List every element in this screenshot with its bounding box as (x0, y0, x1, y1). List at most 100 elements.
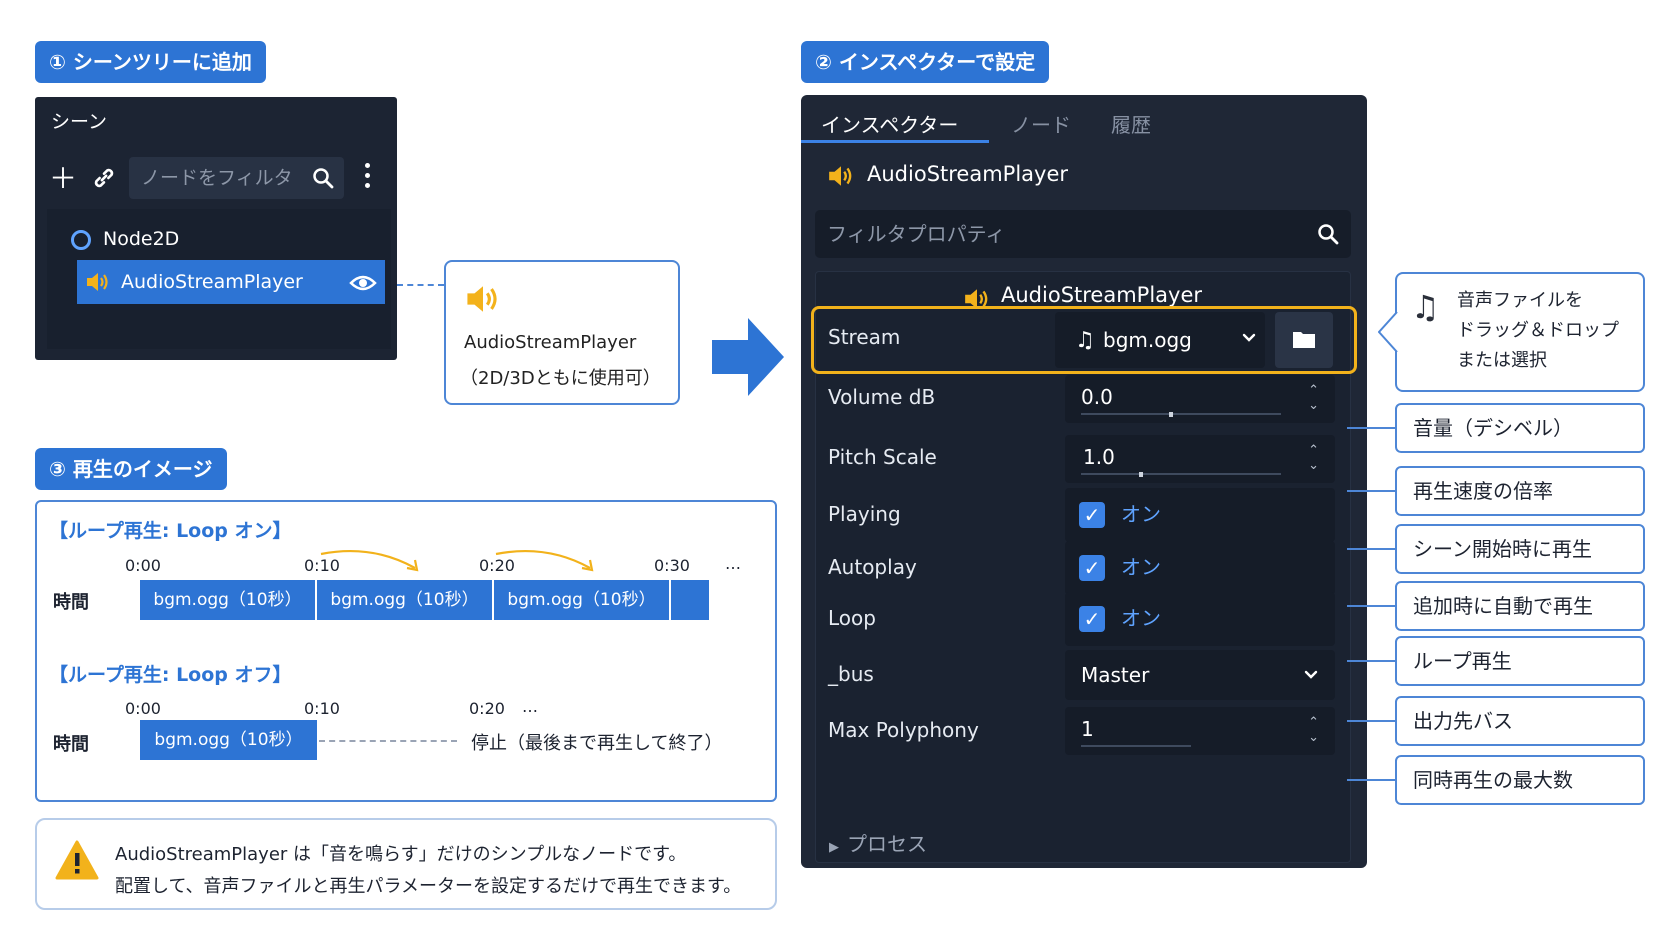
stream-tip-line2: ドラッグ＆ドロップ (1457, 320, 1619, 341)
tick: 0:30 (654, 556, 690, 575)
volume-db-field[interactable]: 0.0 ⌃ ⌄ (1065, 375, 1335, 423)
stop-text: 停止（最後まで再生して終了） (471, 733, 723, 754)
load-file-button[interactable] (1275, 312, 1333, 368)
loop-note: ループ再生 (1395, 636, 1645, 686)
spinner-arrows-icon[interactable]: ⌃ ⌄ (1308, 715, 1319, 745)
stream-value: bgm.ogg (1103, 328, 1192, 352)
playing-connector (1347, 548, 1395, 550)
tree-item-node2d[interactable]: Node2D (71, 224, 179, 254)
polyphony-note: 同時再生の最大数 (1395, 755, 1645, 805)
search-icon[interactable] (311, 166, 335, 194)
stream-tip-line3: または選択 (1457, 350, 1547, 371)
loop-checkbox[interactable]: ✓ (1079, 606, 1105, 632)
autoplay-value: オン (1121, 555, 1161, 579)
process-label: プロセス (847, 832, 927, 856)
volume-db-slider-knob[interactable] (1169, 412, 1173, 417)
flow-arrow-icon (712, 318, 784, 400)
speaker-icon (827, 163, 855, 193)
music-note-icon: ♫ (1411, 288, 1440, 326)
max-polyphony-label: Max Polyphony (828, 718, 979, 742)
warning-icon (55, 840, 99, 884)
single-play-segment: bgm.ogg（10秒） (140, 720, 317, 760)
tab-history[interactable]: 履歴 (1111, 107, 1151, 143)
max-polyphony-value: 1 (1081, 717, 1094, 741)
spinner-arrows-icon[interactable]: ⌃ ⌄ (1308, 383, 1319, 413)
link-icon[interactable] (91, 165, 117, 196)
pitch-scale-slider-knob[interactable] (1139, 472, 1143, 477)
loop-on-title: 【ループ再生: Loop オン】 (49, 520, 292, 542)
pitch-scale-field[interactable]: 1.0 ⌃ ⌄ (1065, 435, 1335, 483)
loop-segment: bgm.ogg（10秒） (317, 580, 494, 620)
tick: … (522, 697, 538, 716)
max-polyphony-field[interactable]: 1 ⌃ ⌄ (1065, 707, 1335, 755)
loop-off-title: 【ループ再生: Loop オフ】 (49, 664, 292, 686)
node2d-icon (71, 229, 91, 250)
chevron-down-icon[interactable] (1241, 330, 1257, 350)
loop-connector (1347, 660, 1395, 662)
tab-inspector[interactable]: インスペクター (821, 107, 958, 143)
stopped-dash-line (319, 740, 457, 742)
step3-label: ③ 再生のイメージ (35, 448, 227, 490)
playing-checkbox[interactable]: ✓ (1079, 502, 1105, 528)
visibility-eye-icon[interactable] (349, 273, 377, 297)
stream-tip-box: ♫ 音声ファイルを ドラッグ＆ドロップ または選択 (1395, 272, 1645, 392)
process-section-toggle[interactable]: ▶ プロセス (829, 828, 927, 857)
note-line2: 配置して、音声ファイルと再生パラメーターを設定するだけで再生できます。 (115, 876, 742, 897)
inspector-panel: インスペクター ノード 履歴 AudioStreamPlayer フィルタプロパ… (801, 95, 1367, 868)
tab-node[interactable]: ノード (1011, 107, 1071, 143)
bus-connector (1347, 720, 1395, 722)
pitch-scale-value: 1.0 (1083, 445, 1115, 469)
spinner-arrows-icon[interactable]: ⌃ ⌄ (1308, 443, 1319, 473)
section-header: AudioStreamPlayer (1001, 283, 1203, 307)
stream-tip-line1: 音声ファイルを (1457, 290, 1583, 311)
bus-value: Master (1081, 663, 1150, 687)
autoplay-checkbox[interactable]: ✓ (1079, 555, 1105, 581)
inspector-node-title: AudioStreamPlayer (867, 162, 1069, 186)
more-menu-icon[interactable] (365, 163, 371, 188)
loop-arrow-icon (317, 548, 427, 578)
music-note-icon: ♫ (1075, 328, 1095, 353)
tick: 0:10 (304, 699, 340, 718)
node-callout: AudioStreamPlayer （2D/3Dともに使用可） (444, 260, 680, 405)
scene-panel-title: シーン (51, 111, 108, 133)
bus-dropdown[interactable]: Master (1065, 650, 1335, 700)
folder-icon (1292, 329, 1316, 353)
volume-db-slider[interactable] (1081, 413, 1281, 415)
bus-label: _bus (828, 662, 874, 686)
loop-field[interactable]: ✓ オン (1065, 592, 1335, 646)
loop-label: Loop (828, 606, 876, 630)
pitch-scale-slider[interactable] (1081, 473, 1281, 475)
active-tab-indicator (801, 140, 989, 143)
stream-tip-text: 音声ファイルを ドラッグ＆ドロップ または選択 (1457, 286, 1619, 376)
autoplay-note: 追加時に自動で再生 (1395, 581, 1645, 631)
search-icon[interactable] (1316, 222, 1340, 250)
max-polyphony-slider[interactable] (1081, 745, 1191, 747)
autoplay-label: Autoplay (828, 555, 917, 579)
autoplay-field[interactable]: ✓ オン (1065, 541, 1335, 595)
time-row-label: 時間 (53, 734, 89, 755)
pitch-note: 再生速度の倍率 (1395, 466, 1645, 516)
loop-value: オン (1121, 606, 1161, 630)
playing-note: シーン開始時に再生 (1395, 524, 1645, 574)
tick: 0:00 (125, 556, 161, 575)
loop-segment: bgm.ogg（10秒） (494, 580, 671, 620)
tree-item-audiostreamplayer[interactable]: AudioStreamPlayer (77, 260, 385, 304)
volume-db-value: 0.0 (1081, 385, 1113, 409)
loop-segment: bgm.ogg（10秒） (140, 580, 317, 620)
callout-node-name: AudioStreamPlayer (464, 332, 637, 353)
callout-connector (397, 284, 444, 286)
speaker-icon (85, 270, 111, 298)
property-filter-input[interactable]: フィルタプロパティ (815, 210, 1351, 258)
playing-field[interactable]: ✓ オン (1065, 488, 1335, 542)
selected-node-label: AudioStreamPlayer (121, 271, 303, 293)
tick: … (725, 554, 741, 573)
add-node-icon[interactable]: ＋ (49, 165, 77, 193)
playback-diagram: 【ループ再生: Loop オン】 0:00 0:10 0:20 0:30 … 時… (35, 500, 777, 802)
chevron-down-icon[interactable] (1303, 667, 1319, 683)
stream-label: Stream (828, 325, 901, 349)
speaker-icon (464, 282, 502, 320)
tip-pointer (1377, 311, 1398, 356)
bus-note: 出力先バス (1395, 696, 1645, 746)
playing-value: オン (1121, 502, 1161, 526)
loop-segment-partial (671, 580, 709, 620)
